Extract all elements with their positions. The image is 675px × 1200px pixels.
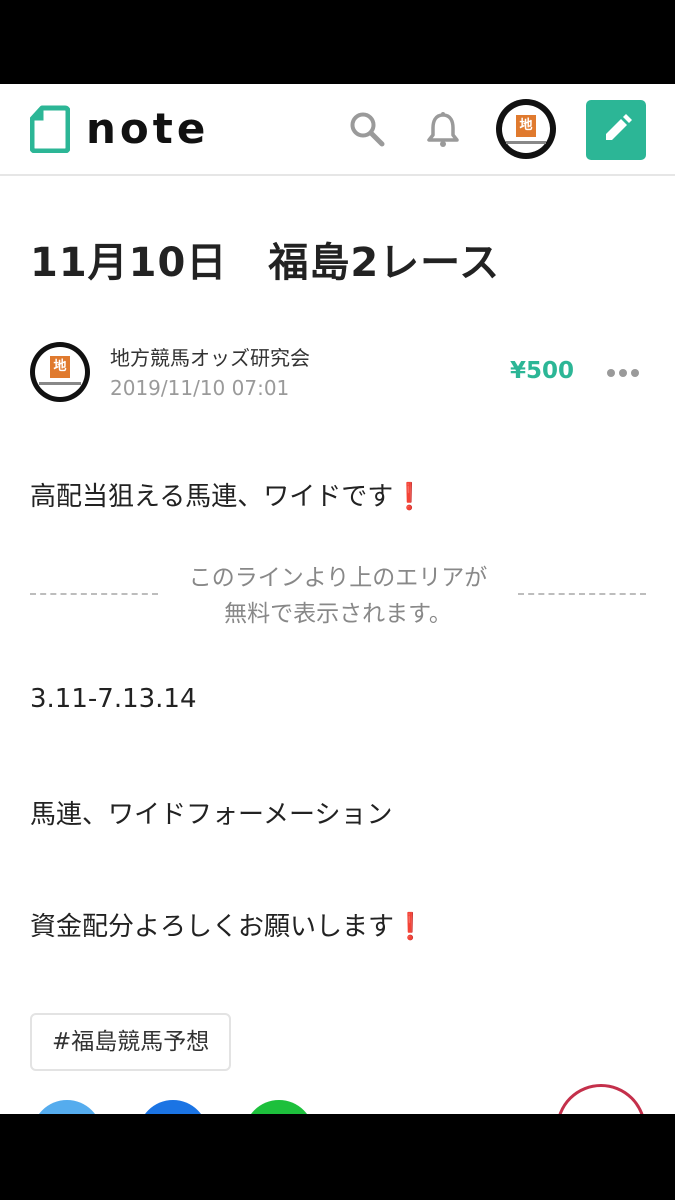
more-icon[interactable] <box>606 364 640 382</box>
hashtag-chip[interactable]: #福島競馬予想 <box>30 1013 232 1071</box>
navigation-bar-area <box>0 1114 675 1200</box>
author-avatar[interactable]: 地 <box>30 342 90 402</box>
author-name[interactable]: 地方競馬オッズ研究会 <box>110 342 310 371</box>
write-post-button[interactable] <box>586 100 646 160</box>
paywall-divider-right <box>518 593 646 595</box>
pencil-icon <box>606 114 632 140</box>
paywall-note: このラインより上のエリアが 無料で表示されます。 <box>188 565 488 627</box>
search-icon[interactable] <box>348 110 386 148</box>
note-logo-icon <box>29 105 71 154</box>
article-title: 11月10日 福島2レース <box>30 240 501 286</box>
user-avatar[interactable]: 地 <box>496 99 556 159</box>
avatar-badge: 地 <box>516 115 536 137</box>
paywall-divider-left <box>30 593 158 595</box>
line-icon[interactable] <box>244 1100 314 1114</box>
note-logo[interactable]: note <box>29 104 210 154</box>
author-avatar-badge: 地 <box>50 356 70 378</box>
status-bar-area <box>0 0 675 84</box>
twitter-icon[interactable] <box>32 1100 102 1114</box>
bet-numbers: 3.11-7.13.14 <box>30 684 197 714</box>
logo-text: note <box>86 104 210 153</box>
facebook-icon[interactable] <box>138 1100 208 1114</box>
closing-paragraph: 資金配分よろしくお願いします❗ <box>30 912 427 942</box>
post-date: 2019/11/10 07:01 <box>110 376 290 400</box>
intro-paragraph: 高配当狙える馬連、ワイドです❗ <box>30 482 426 512</box>
price-label: ¥500 <box>510 358 575 384</box>
note-article-screen: note 地 11月10日 福島2レース 地 地方競馬オッズ研究会 2019/1… <box>0 84 675 1114</box>
exclamation-icon: ❗ <box>394 912 427 942</box>
heart-icon[interactable] <box>556 1084 646 1114</box>
exclamation-icon: ❗ <box>393 482 426 512</box>
app-header: note 地 <box>0 84 675 176</box>
bet-type: 馬連、ワイドフォーメーション <box>30 800 393 830</box>
bell-icon[interactable] <box>424 110 462 148</box>
